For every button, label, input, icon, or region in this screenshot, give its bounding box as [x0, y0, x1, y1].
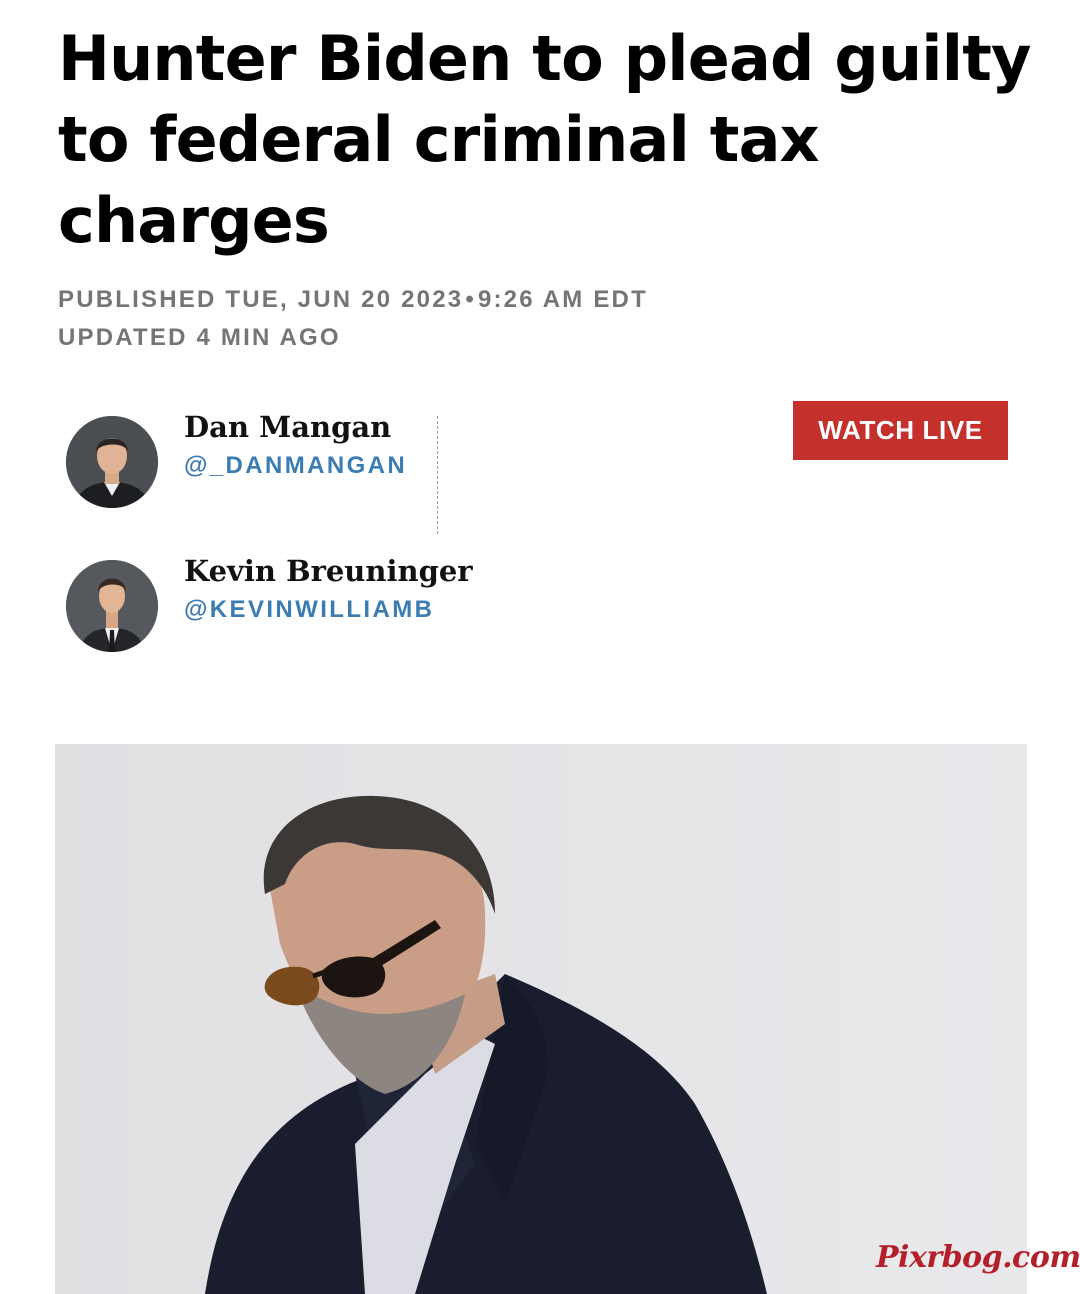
watch-live-button[interactable]: WATCH LIVE — [793, 401, 1008, 460]
article-headline: Hunter Biden to plead guilty to federal … — [58, 22, 1031, 257]
meta-separator: • — [465, 286, 476, 313]
author-avatar[interactable] — [66, 416, 158, 508]
published-timestamp: PUBLISHED TUE, JUN 20 2023•9:26 AM EDT — [58, 286, 648, 314]
author-twitter-handle[interactable]: @_DANMANGAN — [184, 452, 407, 480]
published-time: 9:26 AM EDT — [477, 286, 648, 313]
hero-image — [55, 744, 1027, 1294]
author-avatar[interactable] — [66, 560, 158, 652]
updated-timestamp: UPDATED 4 MIN AGO — [58, 324, 341, 351]
published-date: PUBLISHED TUE, JUN 20 2023 — [58, 286, 464, 313]
author-twitter-handle[interactable]: @KEVINWILLIAMB — [184, 596, 434, 624]
author-name[interactable]: Kevin Breuninger — [184, 554, 473, 588]
watermark-text: Pixrbog.com — [876, 1240, 1080, 1275]
author-name[interactable]: Dan Mangan — [184, 410, 391, 444]
author-divider — [437, 416, 438, 534]
